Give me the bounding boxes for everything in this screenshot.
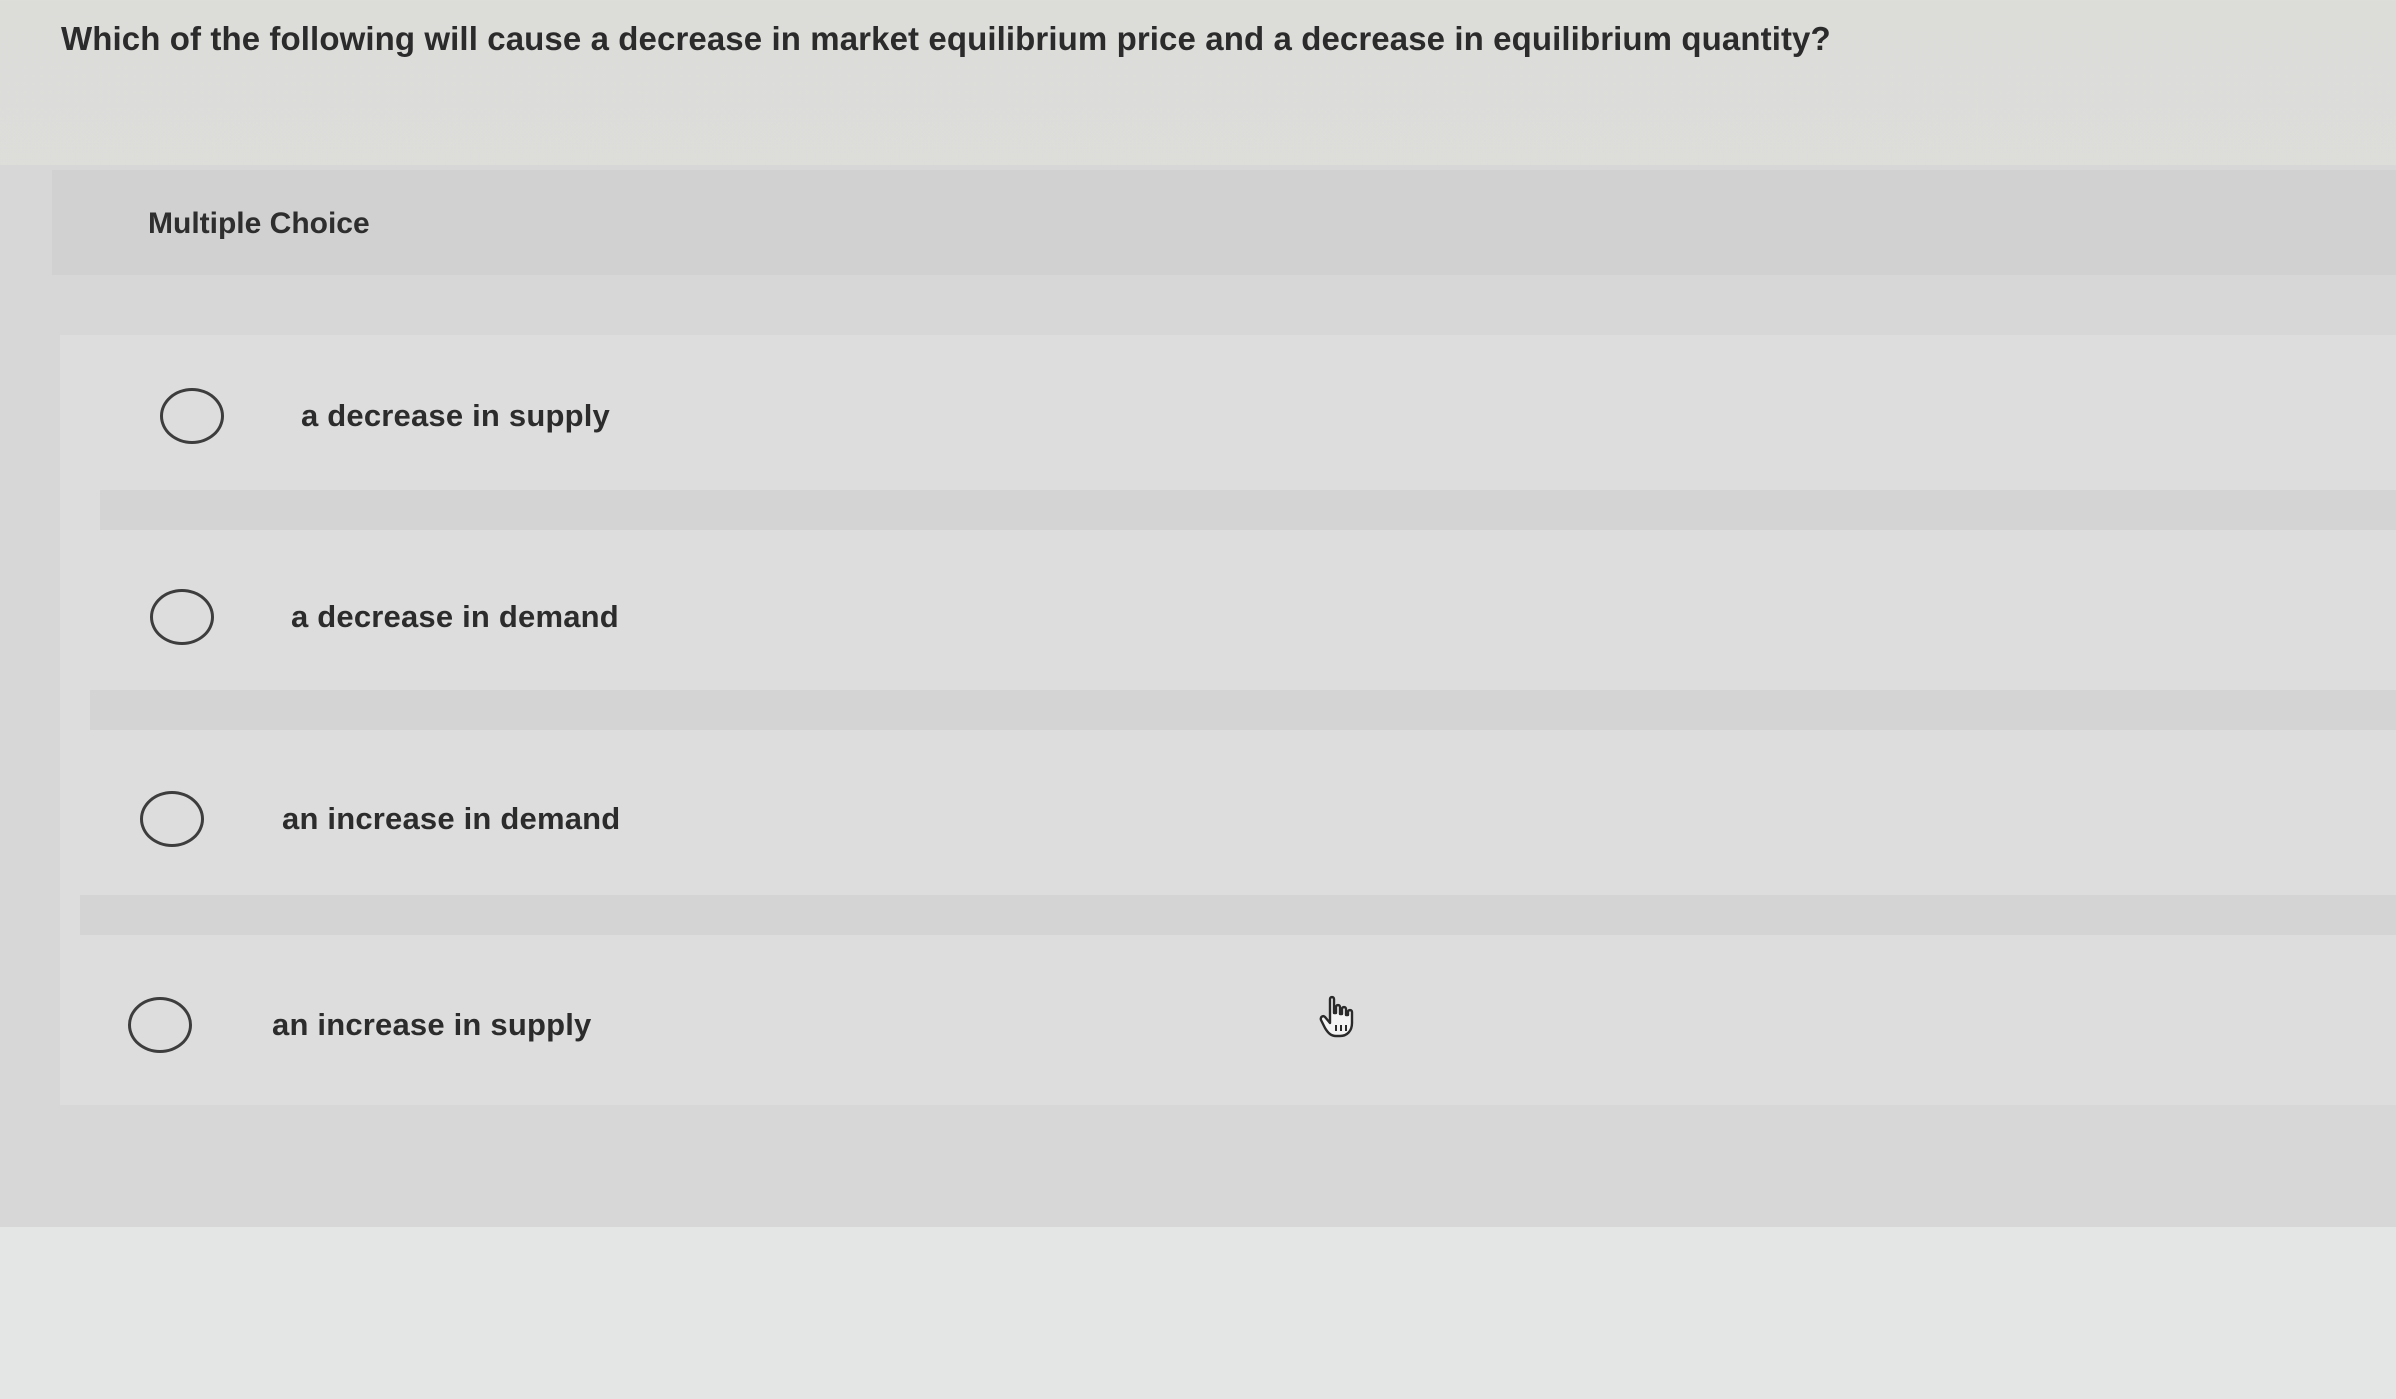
choice-option-4[interactable]: an increase in supply [128, 997, 2396, 1177]
radio-button[interactable] [140, 791, 204, 847]
choice-label: an increase in supply [272, 1007, 592, 1042]
choice-option-3[interactable]: an increase in demand [140, 791, 2396, 971]
radio-button[interactable] [150, 589, 214, 645]
radio-button[interactable] [128, 997, 192, 1053]
choice-label: an increase in demand [282, 801, 621, 836]
page-background [0, 1227, 2396, 1399]
question-type-label: Multiple Choice [148, 207, 370, 240]
choice-option-2[interactable]: a decrease in demand [150, 589, 2396, 769]
panel-header [52, 170, 2396, 275]
choice-label: a decrease in demand [291, 599, 619, 634]
choice-label: a decrease in supply [301, 398, 610, 433]
radio-button[interactable] [160, 388, 224, 444]
choice-option-1[interactable]: a decrease in supply [160, 388, 2396, 568]
hand-cursor-icon [1318, 995, 1358, 1039]
question-text: Which of the following will cause a decr… [61, 20, 1831, 57]
